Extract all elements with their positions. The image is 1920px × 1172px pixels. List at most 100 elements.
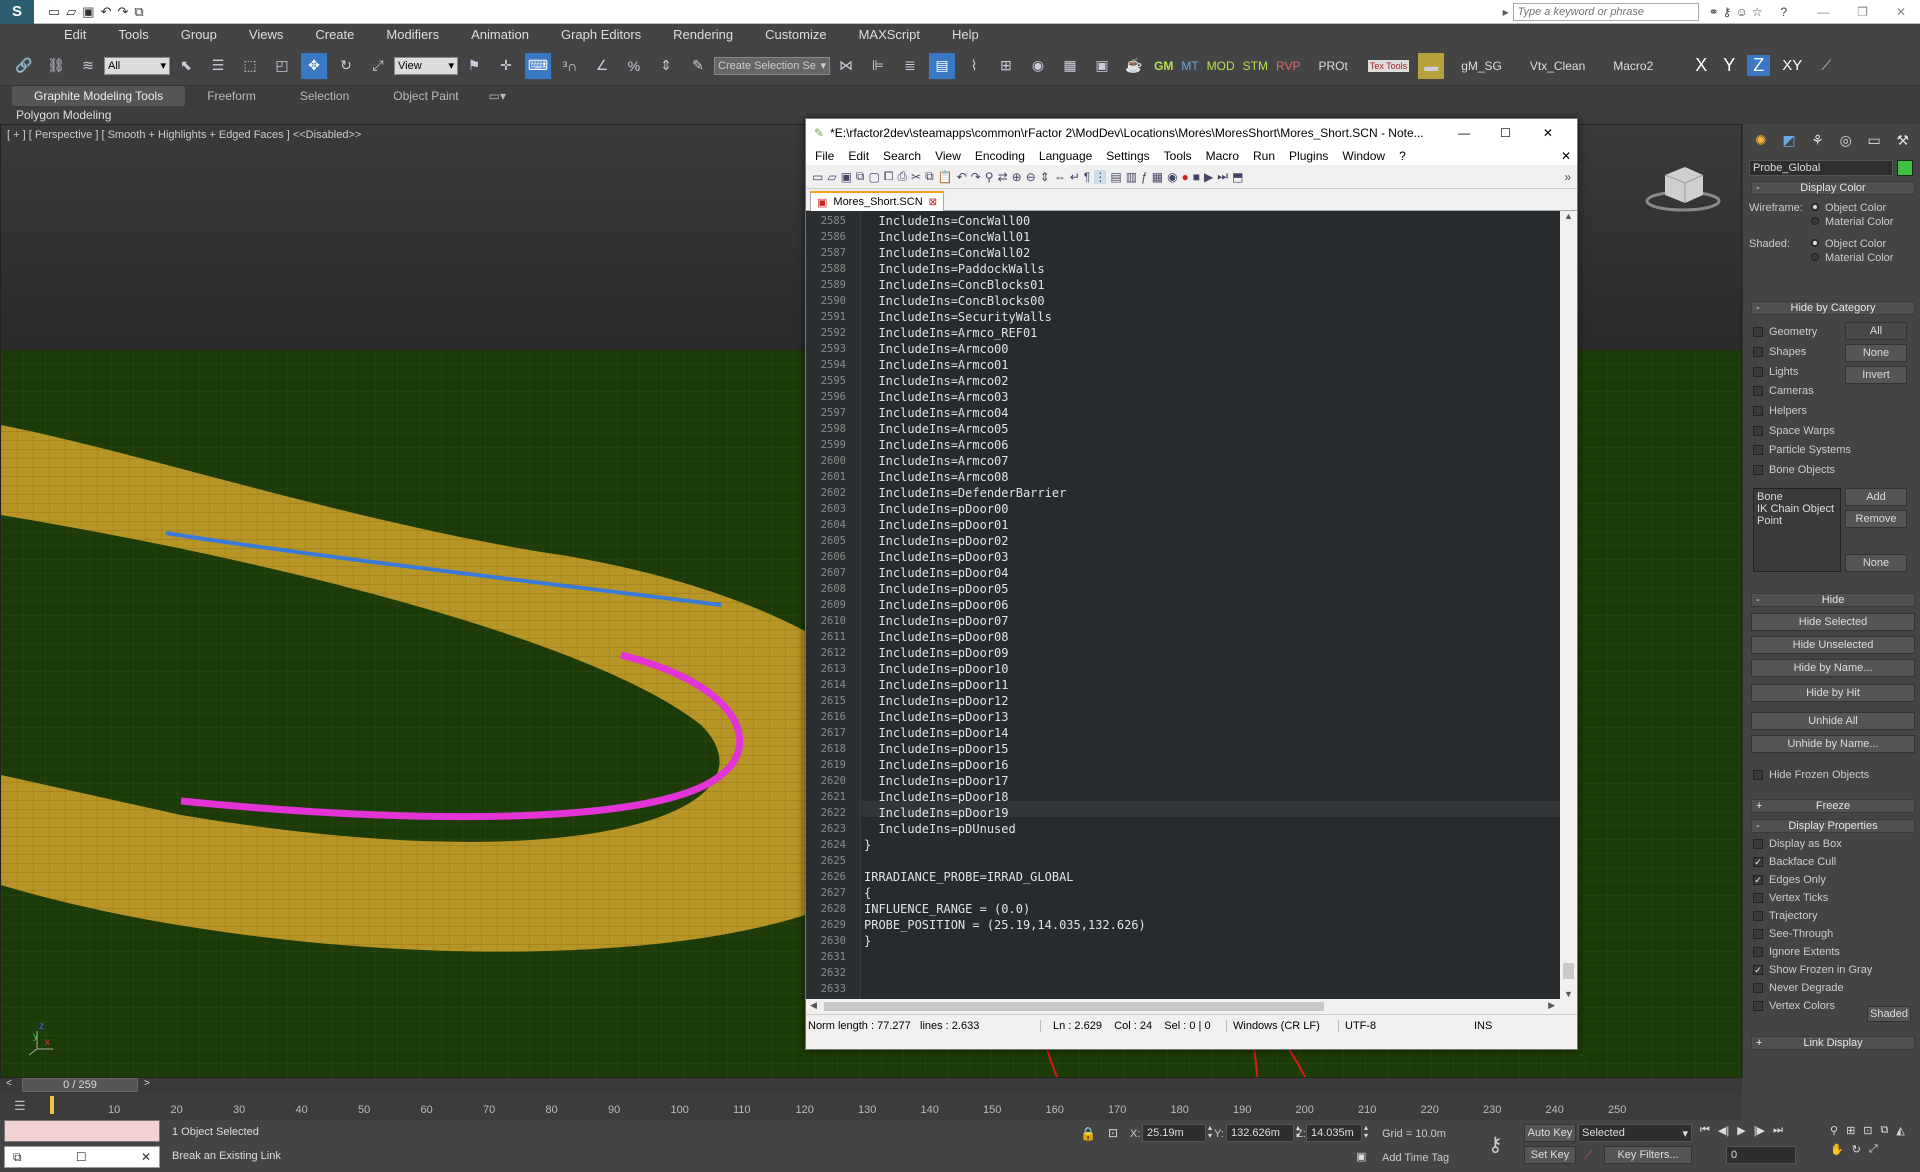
npp-save-icon[interactable]: ▣ [841, 170, 852, 184]
code-line[interactable]: IncludeIns=pDoor11 [864, 678, 1008, 692]
code-line[interactable]: IncludeIns=pDoor15 [864, 742, 1008, 756]
npp-menu-settings[interactable]: Settings [1106, 149, 1149, 163]
hide-space-warps-checkbox[interactable] [1753, 426, 1763, 436]
schematic-view-icon[interactable]: ⊞ [993, 53, 1019, 79]
hierarchy-tab-icon[interactable]: ⚘ [1811, 132, 1824, 149]
utilities-tab-icon[interactable]: ⚒ [1897, 132, 1910, 149]
custom-gm-button[interactable]: GM [1154, 59, 1173, 73]
move-icon[interactable]: ✥ [301, 52, 327, 79]
code-line[interactable]: IncludeIns=ConcBlocks00 [864, 294, 1044, 308]
menu-tools[interactable]: Tools [102, 24, 164, 46]
npp-close-all-icon[interactable]: ⧠ [884, 169, 894, 184]
close-icon[interactable]: ✕ [1896, 5, 1906, 19]
custom-stm-button[interactable]: STM [1243, 59, 1268, 73]
npp-indent-guide-icon[interactable]: ⋮ [1094, 169, 1107, 184]
category-list[interactable]: Bone IK Chain Object Point [1753, 488, 1841, 572]
npp-redo-icon[interactable]: ↷ [971, 170, 981, 184]
npp-toolbar-overflow-icon[interactable]: » [1564, 170, 1571, 184]
tab-graphite-modeling-tools[interactable]: Graphite Modeling Tools [12, 86, 186, 106]
npp-zoom-out-icon[interactable]: ⊖ [1026, 170, 1036, 184]
viewport-label[interactable]: [ + ] [ Perspective ] [ Smooth + Highlig… [7, 129, 361, 141]
zoom-icon[interactable]: ⚲ [1830, 1124, 1838, 1137]
display-properties-rollout[interactable]: - Display Properties [1751, 819, 1915, 833]
npp-find-icon[interactable]: ⚲ [985, 170, 994, 184]
code-line[interactable]: IncludeIns=pDoor04 [864, 566, 1008, 580]
hide-selected-button[interactable]: Hide Selected [1751, 613, 1915, 631]
hide-cameras-checkbox[interactable] [1753, 386, 1763, 396]
display-property-checkbox[interactable] [1753, 893, 1763, 903]
display-property-checkbox[interactable] [1753, 839, 1763, 849]
shaded-material-color-radio[interactable] [1811, 253, 1819, 261]
listener-close-icon[interactable]: ✕ [141, 1150, 151, 1164]
help-search-input[interactable] [1512, 2, 1699, 21]
custom-mt-button[interactable]: MT [1181, 59, 1198, 73]
wireframe-object-color-radio[interactable] [1811, 203, 1819, 211]
menu-rendering[interactable]: Rendering [657, 24, 749, 46]
time-slider[interactable]: < 0 / 259 > [0, 1078, 1742, 1092]
npp-menu-file[interactable]: File [815, 149, 834, 163]
display-property-checkbox[interactable] [1753, 929, 1763, 939]
z-coord-field[interactable]: 14.035m [1306, 1124, 1362, 1142]
play-icon[interactable]: ▶ [1737, 1124, 1745, 1137]
time-tag-icon[interactable]: ▣ [1356, 1150, 1366, 1163]
code-line[interactable]: IncludeIns=pDoor07 [864, 614, 1008, 628]
wireframe-material-color-radio[interactable] [1811, 217, 1819, 225]
code-line[interactable]: IncludeIns=Armco05 [864, 422, 1008, 436]
notepad-minimize-icon[interactable]: — [1458, 126, 1470, 140]
hide-lights-checkbox[interactable] [1753, 367, 1763, 377]
npp-monitor-icon[interactable]: ◉ [1167, 170, 1177, 184]
z-spinner-icon[interactable]: ▴ ▾ [1364, 1124, 1368, 1140]
percent-snap-icon[interactable]: % [621, 53, 647, 79]
custom-textools-button[interactable]: Tex Tools [1367, 59, 1410, 72]
object-color-swatch[interactable] [1897, 160, 1913, 176]
edit-named-sets-icon[interactable]: ✎ [685, 53, 711, 79]
menu-modifiers[interactable]: Modifiers [370, 24, 455, 46]
current-frame-field[interactable]: 0 [1726, 1146, 1796, 1164]
npp-menu-tools[interactable]: Tools [1164, 149, 1192, 163]
scroll-right-icon[interactable]: ▶ [1548, 1000, 1555, 1011]
tab-freeform[interactable]: Freeform [185, 86, 278, 106]
custom-gm-sg-button[interactable]: gM_SG [1461, 59, 1502, 73]
axis-x-button[interactable]: X [1695, 55, 1707, 76]
new-file-icon[interactable]: ▭ [48, 4, 60, 20]
fov-icon[interactable]: ◭ [1896, 1124, 1904, 1137]
scroll-left-icon[interactable]: ◀ [810, 1000, 817, 1011]
scale-icon[interactable]: ⤢ [365, 53, 391, 79]
display-property-checkbox[interactable] [1753, 947, 1763, 957]
unhide-by-name-button[interactable]: Unhide by Name... [1751, 735, 1915, 753]
npp-menu-view[interactable]: View [935, 149, 961, 163]
code-line[interactable]: IncludeIns=ConcWall00 [864, 214, 1030, 228]
hide-frozen-objects-checkbox[interactable] [1753, 770, 1763, 780]
menu-maxscript[interactable]: MAXScript [843, 24, 936, 46]
menu-animation[interactable]: Animation [455, 24, 545, 46]
shaded-object-color-radio[interactable] [1811, 239, 1819, 247]
maximize-viewport-icon[interactable]: ⤢ [1869, 1143, 1878, 1156]
freeze-rollout[interactable]: + Freeze [1751, 799, 1915, 813]
set-key-mode-icon[interactable]: ⚷ [1488, 1132, 1503, 1157]
window-crossing-icon[interactable]: ◰ [269, 53, 295, 79]
hide-shapes-checkbox[interactable] [1753, 347, 1763, 357]
mini-curve-editor-icon[interactable]: ☰ [14, 1098, 26, 1114]
code-line[interactable]: IncludeIns=Armco08 [864, 470, 1008, 484]
key-icon[interactable]: ⚷ [1723, 5, 1732, 19]
npp-play-multi-icon[interactable]: ⏭ [1217, 169, 1228, 184]
tab-selection[interactable]: Selection [278, 86, 371, 106]
track-bar[interactable]: ☰ 10 20 30 40 50 60 70 80 90 100 110 120 130 140 150 16… [0, 1092, 1742, 1120]
npp-zoom-in-icon[interactable]: ⊕ [1012, 170, 1022, 184]
open-file-icon[interactable]: ▱ [66, 4, 76, 20]
npp-menu-help[interactable]: ? [1399, 149, 1406, 163]
absolute-mode-icon[interactable]: ⊡ [1108, 1126, 1118, 1140]
restore-icon[interactable]: ❐ [1857, 5, 1868, 19]
align-icon[interactable]: ⊫ [865, 53, 891, 79]
hide-by-hit-button[interactable]: Hide by Hit [1751, 684, 1915, 702]
code-line[interactable]: { [864, 886, 871, 900]
unlink-icon[interactable]: ⛓ [43, 53, 69, 79]
hide-none-button[interactable]: None [1845, 344, 1907, 362]
file-tab[interactable]: ▣ Mores_Short.SCN ⊠ [810, 191, 945, 211]
selection-filter-dropdown[interactable]: All ▾ [104, 56, 170, 75]
code-line[interactable]: IncludeIns=pDoor08 [864, 630, 1008, 644]
link-icon[interactable]: 🔗 [11, 53, 37, 79]
npp-menu-window[interactable]: Window [1342, 149, 1385, 163]
lock-selection-icon[interactable]: 🔒 [1080, 1126, 1096, 1142]
code-line[interactable]: } [864, 838, 871, 852]
